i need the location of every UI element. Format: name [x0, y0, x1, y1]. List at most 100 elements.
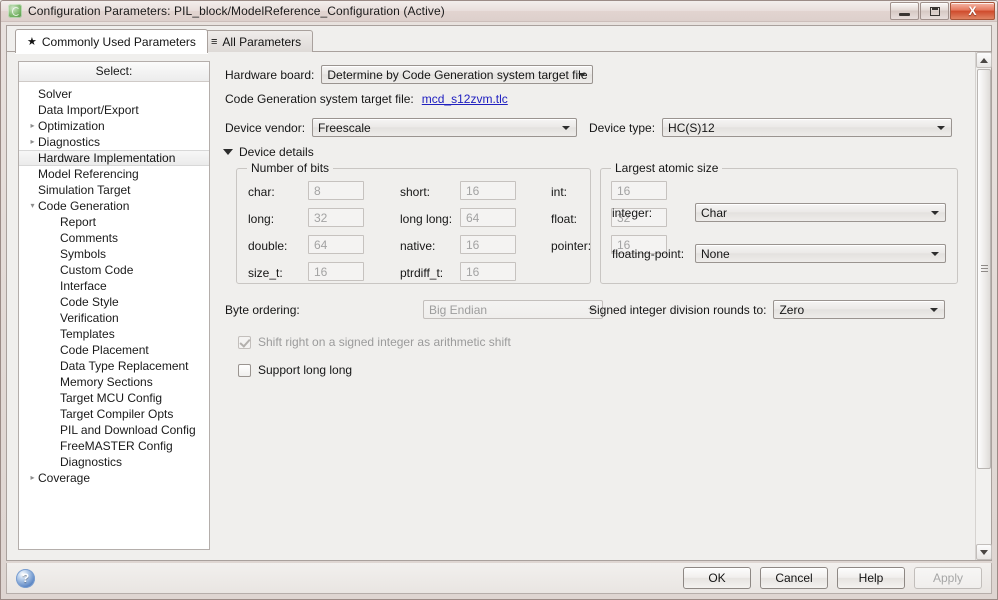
sidebar-item-coverage[interactable]: ▸Coverage	[19, 470, 209, 486]
bits-input-long-long[interactable]: 64	[460, 208, 516, 227]
simulink-icon	[8, 4, 22, 18]
sidebar-item-label: Custom Code	[60, 263, 133, 277]
atomic-floating-point-row: floating-point: None	[612, 244, 946, 263]
dialog-window: Configuration Parameters: PIL_block/Mode…	[0, 0, 998, 600]
hardware-board-dropdown[interactable]: Determine by Code Generation system targ…	[321, 65, 593, 84]
sidebar-item-solver[interactable]: Solver	[19, 86, 209, 102]
scroll-up-button[interactable]	[976, 52, 992, 68]
twisty-collapsed-icon[interactable]: ▸	[27, 134, 38, 150]
support-long-long-checkbox-row[interactable]: Support long long	[238, 363, 352, 377]
bits-label-ptrdiff_t: ptrdiff_t:	[400, 266, 443, 280]
chevron-down-icon	[930, 308, 938, 312]
sidebar-item-label: Model Referencing	[38, 167, 139, 181]
page-body: Select: SolverData Import/Export▸Optimiz…	[7, 52, 974, 560]
signed-division-label: Signed integer division rounds to:	[589, 303, 766, 317]
help-button[interactable]: Help	[837, 567, 905, 589]
sidebar-item-label: Interface	[60, 279, 107, 293]
tab-label: All Parameters	[222, 35, 301, 49]
scrollbar-thumb[interactable]	[977, 69, 991, 469]
minimize-button[interactable]	[890, 2, 919, 20]
ok-button[interactable]: OK	[683, 567, 751, 589]
bits-input-short[interactable]: 16	[460, 181, 516, 200]
select-tree[interactable]: SolverData Import/Export▸Optimization▸Di…	[19, 82, 209, 486]
sidebar-item-model-referencing[interactable]: Model Referencing	[19, 166, 209, 182]
sidebar-item-target-mcu-config[interactable]: Target MCU Config	[19, 390, 209, 406]
sidebar-item-memory-sections[interactable]: Memory Sections	[19, 374, 209, 390]
atomic-integer-dropdown[interactable]: Char	[695, 203, 946, 222]
sidebar-item-templates[interactable]: Templates	[19, 326, 209, 342]
panel-splitter[interactable]	[211, 61, 217, 550]
shift-right-checkbox-row[interactable]: Shift right on a signed integer as arith…	[238, 335, 511, 349]
device-vendor-label: Device vendor:	[225, 121, 305, 135]
byte-ordering-row: Byte ordering: Big Endian	[225, 300, 603, 319]
scroll-down-button[interactable]	[976, 544, 992, 560]
twisty-collapsed-icon[interactable]: ▸	[27, 470, 38, 486]
system-target-file-link[interactable]: mcd_s12zvm.tlc	[422, 92, 508, 106]
byte-ordering-value: Big Endian	[429, 303, 487, 317]
bits-label-double: double:	[248, 239, 287, 253]
device-type-dropdown[interactable]: HC(S)12	[662, 118, 952, 137]
sidebar-item-freemaster-config[interactable]: FreeMASTER Config	[19, 438, 209, 454]
chevron-down-icon	[578, 73, 586, 77]
bits-label-size_t: size_t:	[248, 266, 283, 280]
sidebar-item-interface[interactable]: Interface	[19, 278, 209, 294]
sidebar-item-diagnostics[interactable]: ▸Diagnostics	[19, 134, 209, 150]
twisty-collapsed-icon[interactable]: ▸	[27, 118, 38, 134]
shift-right-checkbox[interactable]	[238, 336, 251, 349]
cancel-button[interactable]: Cancel	[760, 567, 828, 589]
bits-input-native[interactable]: 16	[460, 235, 516, 254]
maximize-button[interactable]	[920, 2, 949, 20]
dialog-buttons: OKCancelHelpApply	[683, 567, 982, 589]
sidebar-item-label: FreeMASTER Config	[60, 439, 173, 453]
atomic-floating-point-dropdown[interactable]: None	[695, 244, 946, 263]
title-bar[interactable]: Configuration Parameters: PIL_block/Mode…	[1, 1, 997, 22]
sidebar-item-label: Diagnostics	[60, 455, 122, 469]
sidebar-item-label: Simulation Target	[38, 183, 131, 197]
sidebar-item-data-import-export[interactable]: Data Import/Export	[19, 102, 209, 118]
sidebar-item-label: Report	[60, 215, 96, 229]
sidebar-item-custom-code[interactable]: Custom Code	[19, 262, 209, 278]
question-icon[interactable]: ?	[16, 569, 35, 588]
sidebar-item-comments[interactable]: Comments	[19, 230, 209, 246]
tab-all-parameters[interactable]: ≡ All Parameters	[199, 30, 313, 53]
bits-input-size_t[interactable]: 16	[308, 262, 364, 281]
close-button[interactable]: X	[950, 2, 995, 20]
shift-right-label: Shift right on a signed integer as arith…	[258, 335, 511, 349]
sidebar-item-label: Data Type Replacement	[60, 359, 189, 373]
bits-label-long: long:	[248, 212, 274, 226]
sidebar-item-symbols[interactable]: Symbols	[19, 246, 209, 262]
bits-label-native: native:	[400, 239, 435, 253]
bits-input-ptrdiff_t[interactable]: 16	[460, 262, 516, 281]
page-scrollbar[interactable]	[975, 52, 991, 560]
triangle-down-icon	[223, 149, 233, 155]
bits-input-char[interactable]: 8	[308, 181, 364, 200]
sidebar-item-code-generation[interactable]: ▾Code Generation	[19, 198, 209, 214]
sidebar-item-simulation-target[interactable]: Simulation Target	[19, 182, 209, 198]
sidebar-item-optimization[interactable]: ▸Optimization	[19, 118, 209, 134]
sidebar-item-report[interactable]: Report	[19, 214, 209, 230]
atomic-floating-point-value: None	[701, 247, 730, 261]
sidebar-item-hardware-implementation[interactable]: Hardware Implementation	[19, 150, 209, 166]
device-type-label: Device type:	[589, 121, 655, 135]
sidebar-item-label: Diagnostics	[38, 135, 100, 149]
sidebar-item-code-style[interactable]: Code Style	[19, 294, 209, 310]
support-long-long-checkbox[interactable]	[238, 364, 251, 377]
device-details-disclosure[interactable]: Device details	[223, 145, 314, 159]
bits-input-long[interactable]: 32	[308, 208, 364, 227]
tab-commonly-used-parameters[interactable]: ★ Commonly Used Parameters	[15, 29, 208, 53]
device-vendor-dropdown[interactable]: Freescale	[312, 118, 577, 137]
sidebar-item-pil-and-download-config[interactable]: PIL and Download Config	[19, 422, 209, 438]
sidebar-item-diagnostics[interactable]: Diagnostics	[19, 454, 209, 470]
sidebar-item-target-compiler-opts[interactable]: Target Compiler Opts	[19, 406, 209, 422]
byte-ordering-dropdown[interactable]: Big Endian	[423, 300, 603, 319]
sidebar-item-code-placement[interactable]: Code Placement	[19, 342, 209, 358]
signed-division-dropdown[interactable]: Zero	[773, 300, 945, 319]
sidebar-item-verification[interactable]: Verification	[19, 310, 209, 326]
bits-input-double[interactable]: 64	[308, 235, 364, 254]
sidebar-item-label: Solver	[38, 87, 72, 101]
close-icon: X	[968, 5, 976, 17]
twisty-expanded-icon[interactable]: ▾	[27, 198, 38, 214]
sidebar-item-data-type-replacement[interactable]: Data Type Replacement	[19, 358, 209, 374]
atomic-integer-row: integer: Char	[612, 203, 946, 222]
select-tree-panel: Select: SolverData Import/Export▸Optimiz…	[18, 61, 210, 550]
